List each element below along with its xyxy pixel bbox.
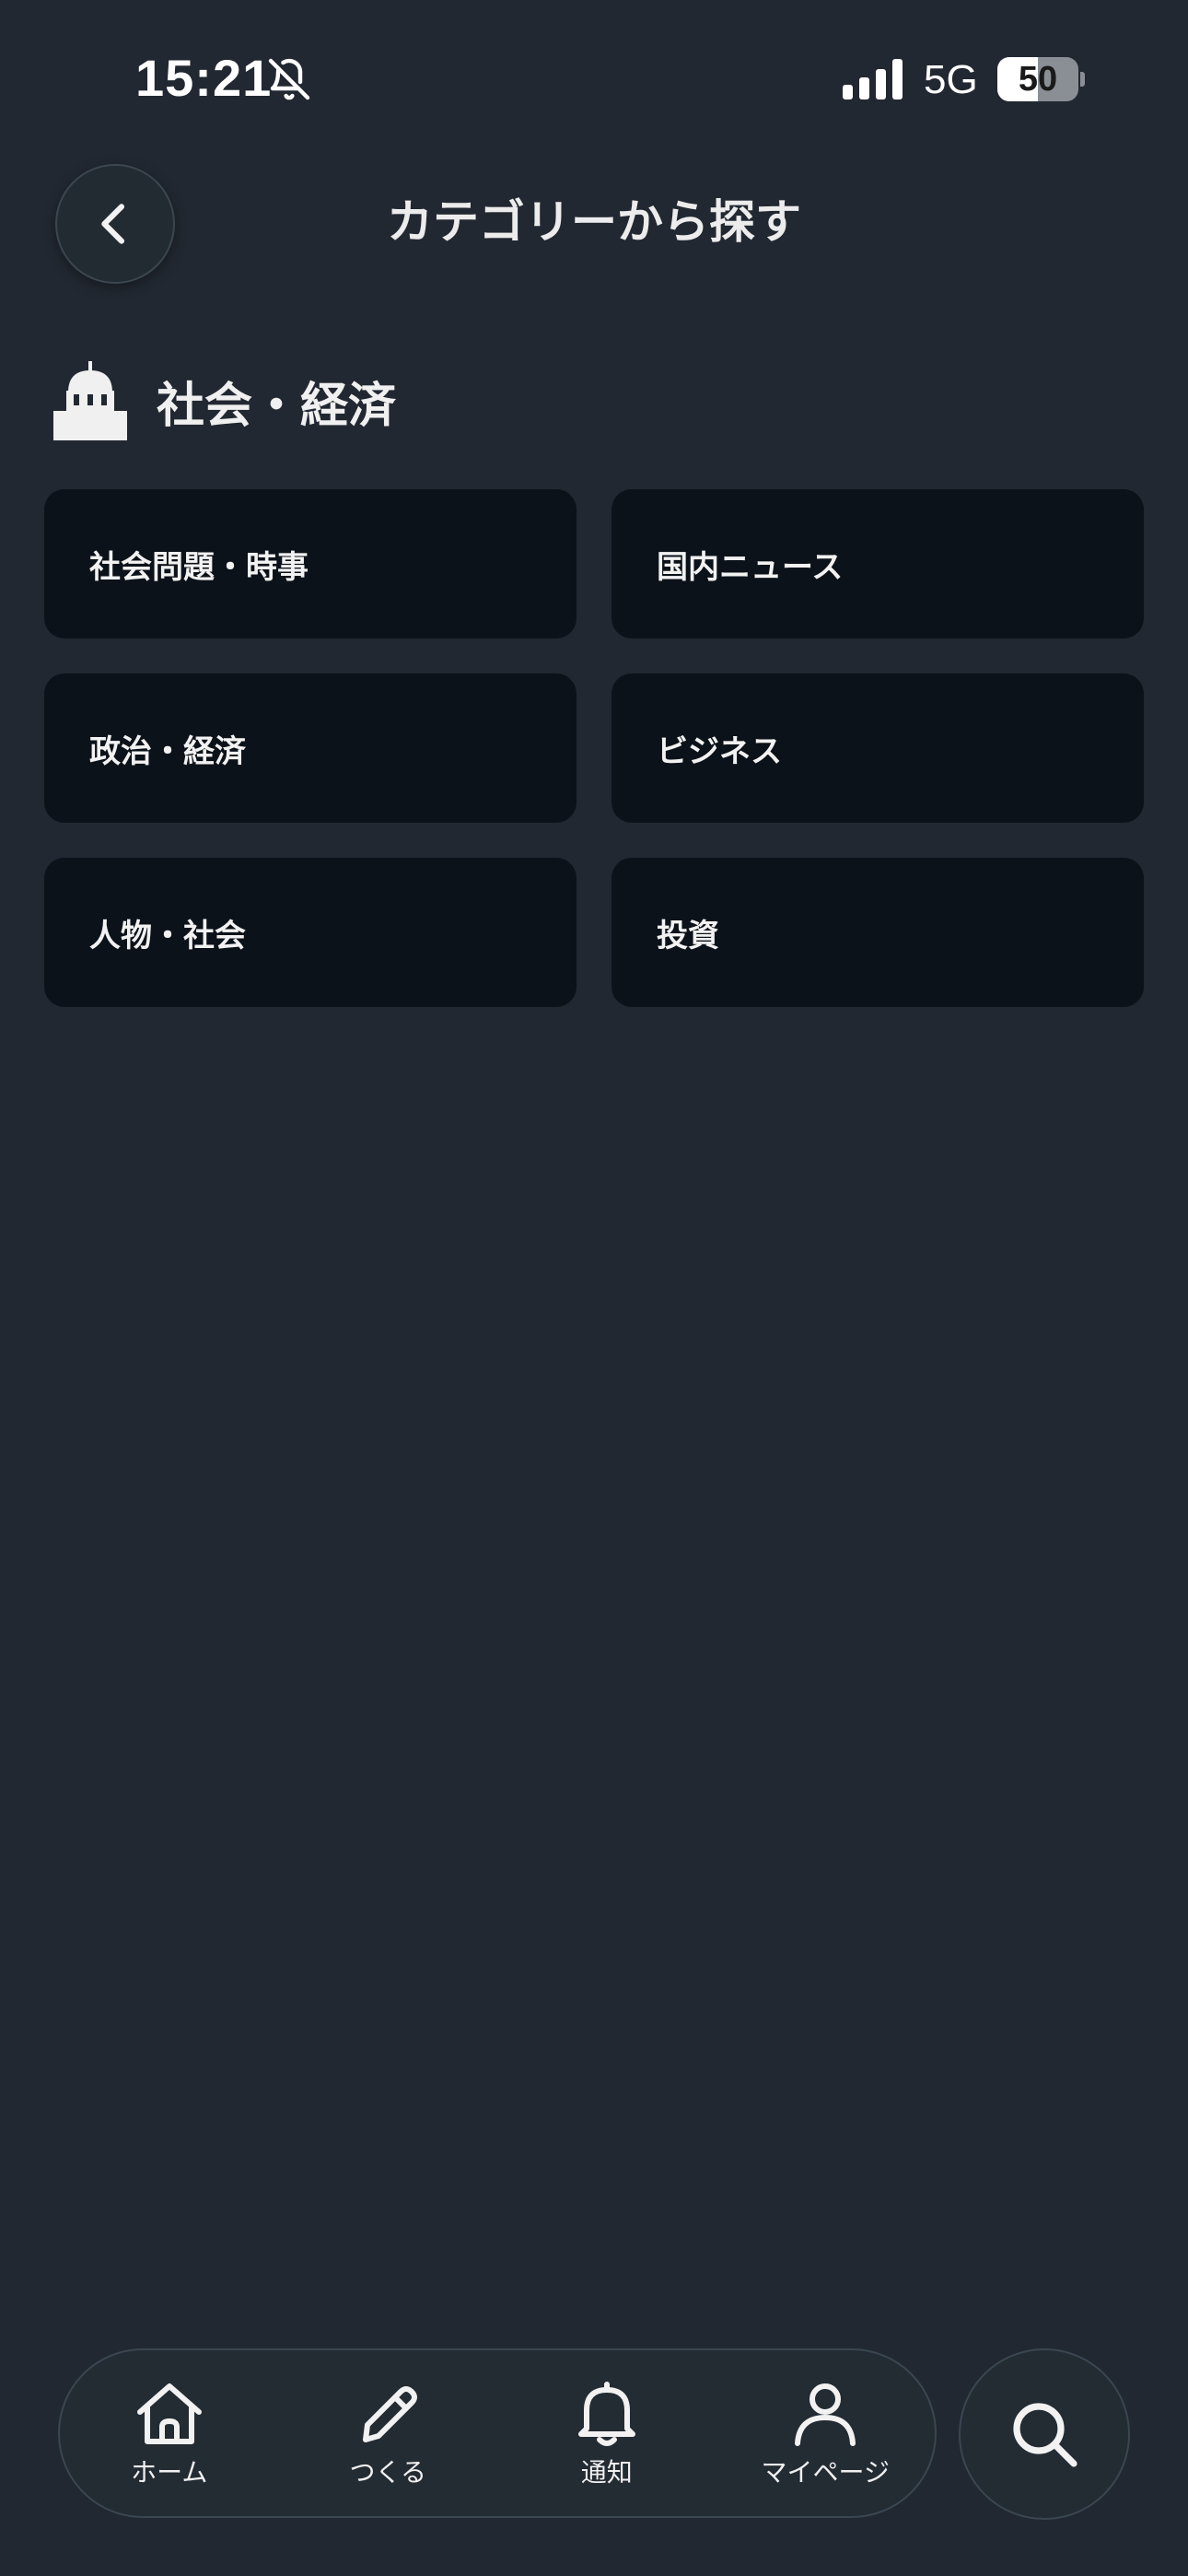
bell-off-icon [268, 58, 310, 100]
user-icon [795, 2383, 856, 2446]
bottom-nav: ホーム つくる 通知 マイページ [58, 2348, 937, 2518]
nav-label: つくる [349, 2457, 426, 2488]
search-icon [1013, 2403, 1077, 2467]
category-card-social-issues[interactable]: 社会問題・時事 [44, 489, 577, 638]
battery-icon: 50 [997, 57, 1078, 101]
category-card-investment[interactable]: 投資 [611, 858, 1144, 1007]
search-button[interactable] [959, 2348, 1130, 2520]
page-title: カテゴリーから探す [387, 195, 801, 249]
category-label: ビジネス [657, 732, 782, 770]
nav-label: マイページ [761, 2457, 890, 2488]
category-label: 国内ニュース [657, 548, 844, 586]
nav-label: ホーム [131, 2457, 208, 2488]
status-time: 15:21 [135, 49, 273, 107]
nav-item-mypage[interactable]: マイページ [716, 2350, 936, 2516]
category-label: 投資 [657, 917, 719, 954]
battery-tip [1080, 72, 1085, 87]
category-card-people-society[interactable]: 人物・社会 [44, 858, 577, 1007]
category-grid: 社会問題・時事 国内ニュース 政治・経済 ビジネス 人物・社会 投資 [44, 489, 1144, 1007]
category-label: 社会問題・時事 [89, 548, 309, 586]
nav-item-notifications[interactable]: 通知 [497, 2350, 716, 2516]
category-card-politics-economy[interactable]: 政治・経済 [44, 673, 577, 823]
category-label: 人物・社会 [89, 917, 246, 954]
network-label: 5G [924, 57, 978, 102]
status-bar: 15:21 5G 50 [0, 0, 1188, 161]
category-card-domestic-news[interactable]: 国内ニュース [611, 489, 1144, 638]
home-icon [136, 2383, 202, 2444]
signal-bars-icon [843, 59, 903, 100]
nav-item-home[interactable]: ホーム [60, 2350, 279, 2516]
nav-label: 通知 [580, 2457, 633, 2488]
bell-icon [577, 2382, 635, 2446]
government-building-icon [53, 361, 127, 440]
section-header: 社会・経済 [53, 359, 396, 442]
category-card-business[interactable]: ビジネス [611, 673, 1144, 823]
category-label: 政治・経済 [89, 732, 246, 770]
nav-item-create[interactable]: つくる [279, 2350, 498, 2516]
battery-level: 50 [1018, 60, 1058, 99]
section-title: 社会・経済 [157, 378, 397, 434]
pencil-icon [363, 2386, 418, 2442]
